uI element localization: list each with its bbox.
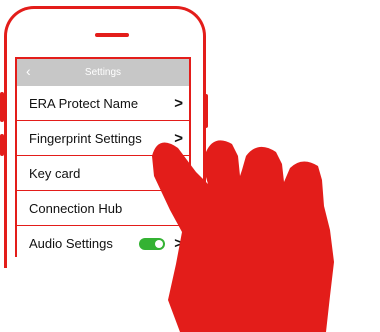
pointing-hand-icon [152, 140, 334, 332]
